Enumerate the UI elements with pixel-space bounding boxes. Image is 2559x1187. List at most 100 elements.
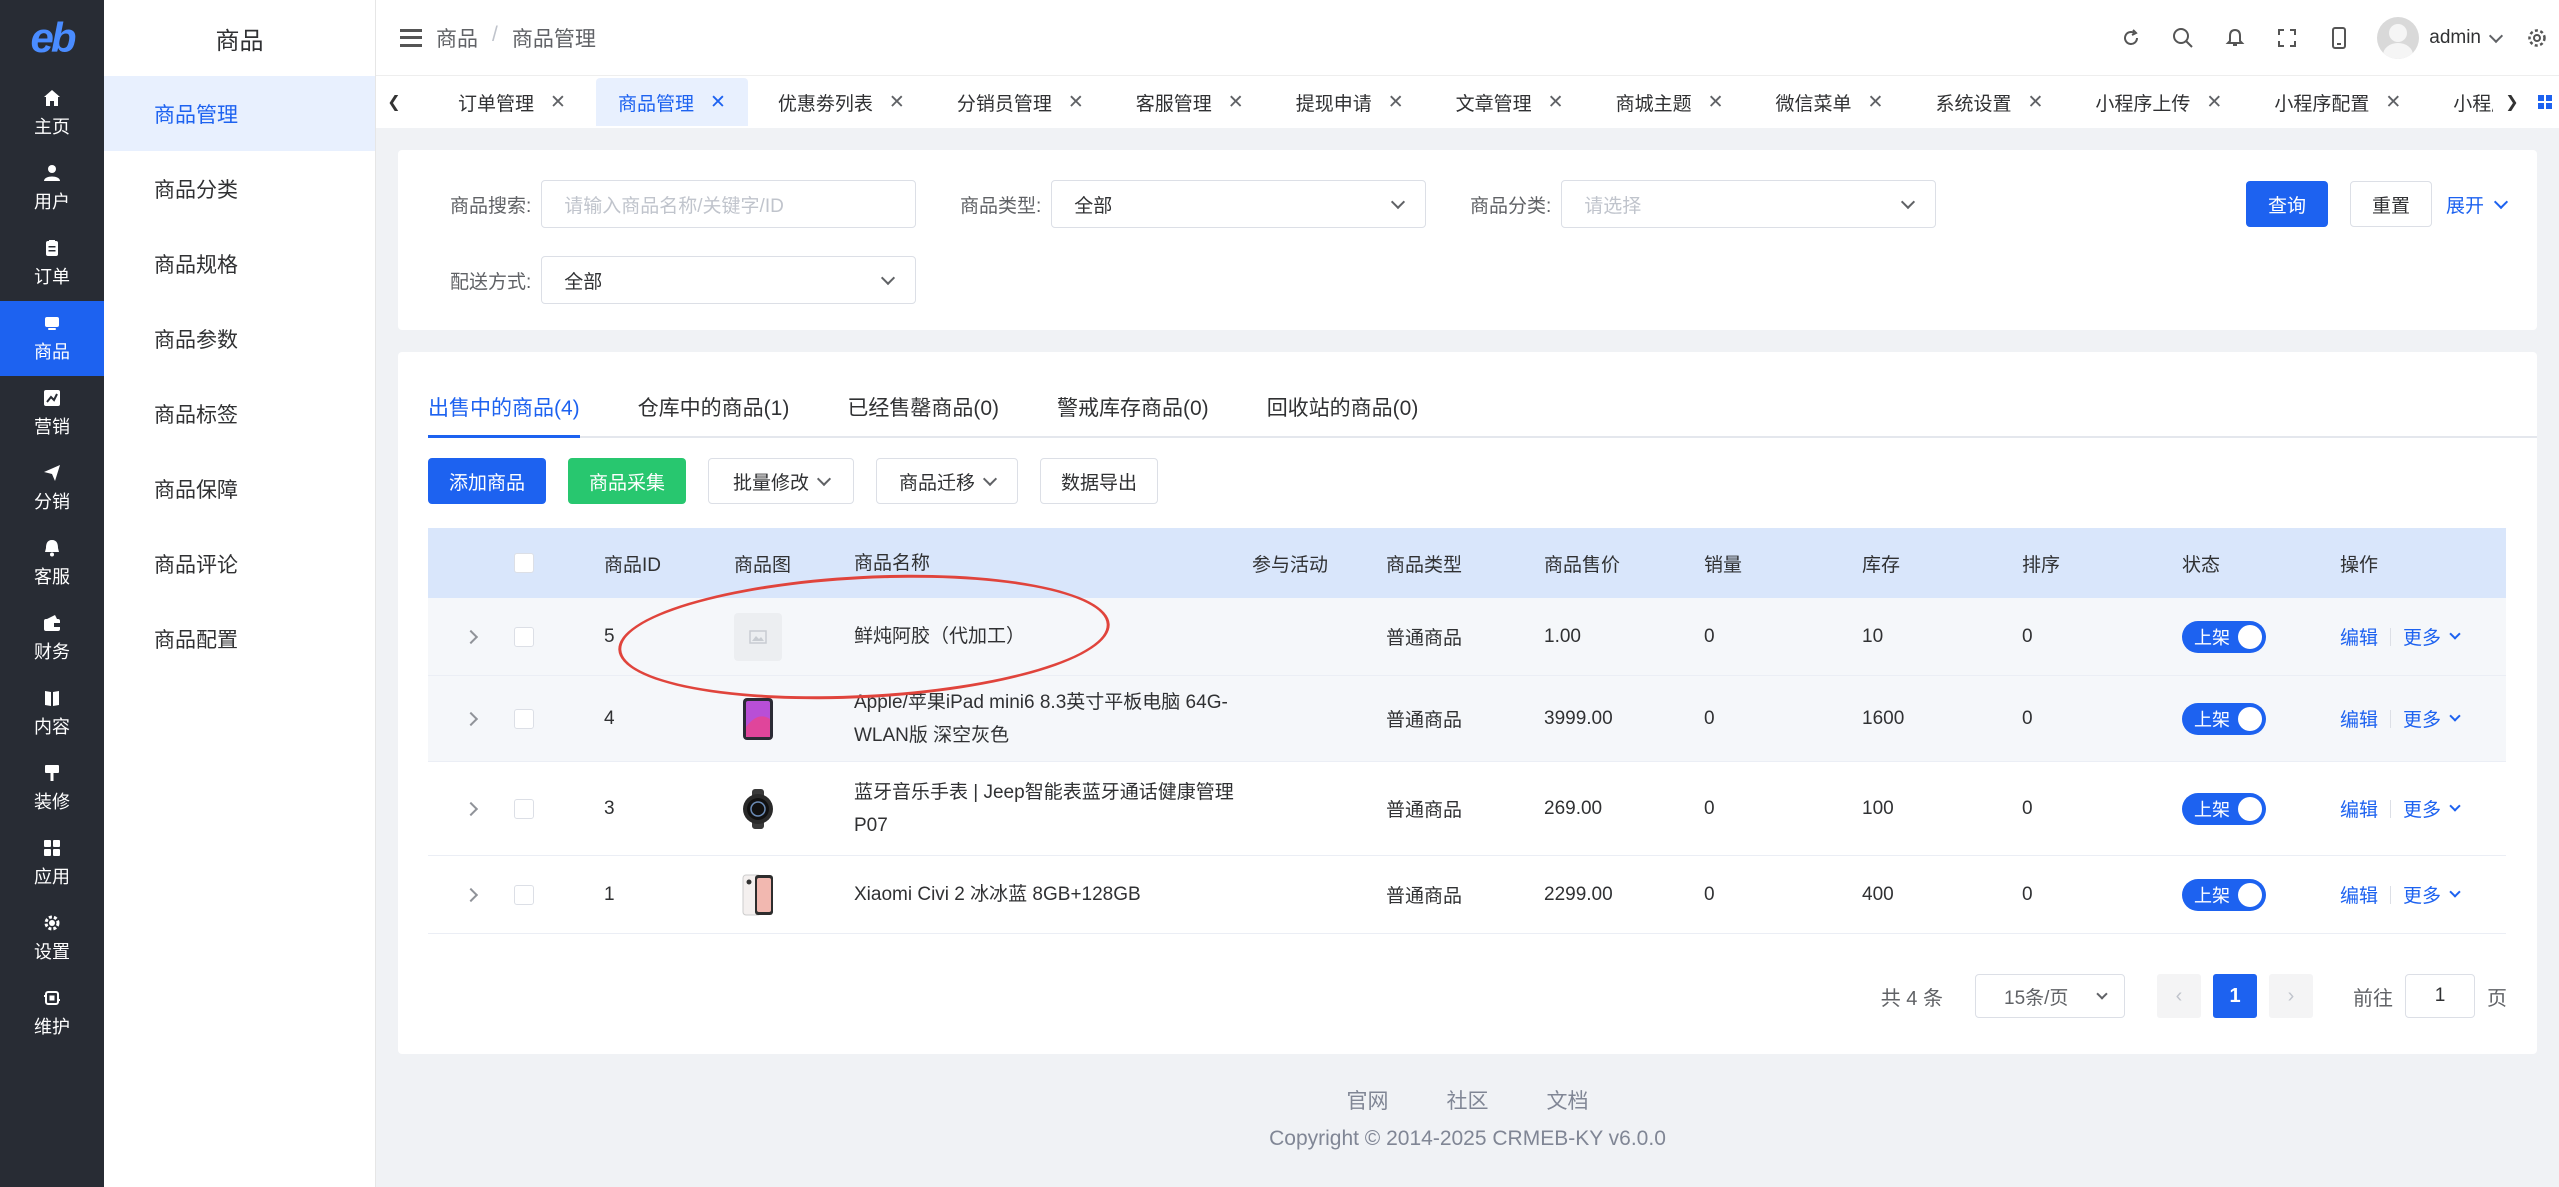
rail-item-user[interactable]: 用户 xyxy=(0,151,104,226)
tab-mall-theme[interactable]: 商城主题 ✕ xyxy=(1594,78,1746,126)
mobile-icon[interactable] xyxy=(2313,0,2365,76)
close-icon[interactable]: ✕ xyxy=(2206,91,2222,114)
sidebar-item-product-guarantee[interactable]: 商品保障 xyxy=(104,451,375,526)
batch-edit-button[interactable]: 批量修改 xyxy=(708,458,854,504)
gear-icon[interactable] xyxy=(2515,0,2559,76)
close-icon[interactable]: ✕ xyxy=(550,91,566,114)
row-checkbox[interactable] xyxy=(514,884,534,905)
more-dropdown[interactable]: 更多 xyxy=(2403,623,2461,650)
tabs-menu-grid-icon[interactable] xyxy=(2531,76,2559,128)
prev-page-button[interactable]: ‹ xyxy=(2157,974,2201,1018)
category-select[interactable]: 请选择 xyxy=(1561,180,1937,228)
status-toggle[interactable]: 上架 xyxy=(2182,620,2266,653)
reset-button[interactable]: 重置 xyxy=(2350,181,2432,227)
migrate-product-button[interactable]: 商品迁移 xyxy=(876,458,1018,504)
page-number-button[interactable]: 1 xyxy=(2213,974,2257,1018)
bell-icon[interactable] xyxy=(2209,0,2261,76)
rail-item-finance[interactable]: 财务 xyxy=(0,601,104,676)
tab-article-management[interactable]: 文章管理 ✕ xyxy=(1434,78,1586,126)
tab-recycle-bin[interactable]: 回收站的商品(0) xyxy=(1267,382,1419,438)
sidebar-item-product-config[interactable]: 商品配置 xyxy=(104,601,375,676)
refresh-icon[interactable] xyxy=(2105,0,2157,76)
edit-link[interactable]: 编辑 xyxy=(2340,705,2378,732)
expand-link[interactable]: 展开 xyxy=(2446,181,2509,227)
tab-wechat-menu[interactable]: 微信菜单 ✕ xyxy=(1754,78,1906,126)
collect-product-button[interactable]: 商品采集 xyxy=(568,458,686,504)
close-icon[interactable]: ✕ xyxy=(1388,91,1404,114)
close-icon[interactable]: ✕ xyxy=(2385,91,2401,114)
tabs-scroll-right-icon[interactable]: ❯ xyxy=(2493,76,2531,128)
tab-on-sale[interactable]: 出售中的商品(4) xyxy=(428,382,580,438)
edit-link[interactable]: 编辑 xyxy=(2340,623,2378,650)
fullscreen-icon[interactable] xyxy=(2261,0,2313,76)
tab-miniprogram-config[interactable]: 小程序配置 ✕ xyxy=(2252,78,2423,126)
tab-low-stock[interactable]: 警戒库存商品(0) xyxy=(1057,382,1209,438)
close-icon[interactable]: ✕ xyxy=(2027,91,2043,114)
expand-row-icon[interactable] xyxy=(463,887,479,902)
expand-row-icon[interactable] xyxy=(463,629,479,644)
sidebar-item-product-tags[interactable]: 商品标签 xyxy=(104,376,375,451)
expand-row-icon[interactable] xyxy=(463,801,479,816)
close-icon[interactable]: ✕ xyxy=(1548,91,1564,114)
sidebar-item-product-params[interactable]: 商品参数 xyxy=(104,301,375,376)
export-data-button[interactable]: 数据导出 xyxy=(1040,458,1158,504)
more-dropdown[interactable]: 更多 xyxy=(2403,881,2461,908)
close-icon[interactable]: ✕ xyxy=(889,91,905,114)
rail-item-content[interactable]: 内容 xyxy=(0,676,104,751)
select-all-checkbox[interactable] xyxy=(514,553,534,573)
sidebar-item-product-category[interactable]: 商品分类 xyxy=(104,151,375,226)
search-input[interactable]: 请输入商品名称/关键字/ID xyxy=(541,180,917,228)
product-image-phone[interactable] xyxy=(734,871,782,919)
more-dropdown[interactable]: 更多 xyxy=(2403,705,2461,732)
close-icon[interactable]: ✕ xyxy=(1068,91,1084,114)
rail-item-decoration[interactable]: 装修 xyxy=(0,751,104,826)
footer-link-community[interactable]: 社区 xyxy=(1447,1085,1489,1115)
tab-coupon-list[interactable]: 优惠劵列表 ✕ xyxy=(756,78,927,126)
chevron-down-icon[interactable] xyxy=(2488,28,2504,43)
tab-product-management[interactable]: 商品管理 ✕ xyxy=(595,78,748,126)
rail-item-service[interactable]: 客服 xyxy=(0,526,104,601)
footer-link-official[interactable]: 官网 xyxy=(1347,1085,1389,1115)
row-checkbox[interactable] xyxy=(514,708,534,729)
close-icon[interactable]: ✕ xyxy=(1228,91,1244,114)
rail-item-apps[interactable]: 应用 xyxy=(0,826,104,901)
rail-item-marketing[interactable]: 营销 xyxy=(0,376,104,451)
expand-row-icon[interactable] xyxy=(463,711,479,726)
goto-page-input[interactable]: 1 xyxy=(2405,974,2475,1018)
product-image-placeholder[interactable] xyxy=(734,612,782,661)
sidebar-item-product-spec[interactable]: 商品规格 xyxy=(104,226,375,301)
edit-link[interactable]: 编辑 xyxy=(2340,881,2378,908)
tab-miniprogram-download[interactable]: 小程序下载✕ xyxy=(2431,78,2493,126)
menu-toggle-icon[interactable] xyxy=(400,28,422,47)
tabs-scroll-left-icon[interactable]: ❮ xyxy=(382,76,406,128)
tab-sold-out[interactable]: 已经售罄商品(0) xyxy=(847,382,999,438)
next-page-button[interactable]: › xyxy=(2269,974,2313,1018)
user-name[interactable]: admin xyxy=(2429,27,2481,49)
rail-item-home[interactable]: 主页 xyxy=(0,76,104,151)
product-image-ipad[interactable] xyxy=(734,695,782,743)
tab-service-management[interactable]: 客服管理 ✕ xyxy=(1114,78,1266,126)
tab-system-settings[interactable]: 系统设置 ✕ xyxy=(1913,78,2065,126)
sidebar-item-product-reviews[interactable]: 商品评论 xyxy=(104,526,375,601)
more-dropdown[interactable]: 更多 xyxy=(2403,795,2461,822)
status-toggle[interactable]: 上架 xyxy=(2182,702,2266,735)
rail-item-order[interactable]: 订单 xyxy=(0,226,104,301)
tab-distributor-management[interactable]: 分销员管理 ✕ xyxy=(935,78,1106,126)
edit-link[interactable]: 编辑 xyxy=(2340,795,2378,822)
query-button[interactable]: 查询 xyxy=(2246,181,2328,227)
close-icon[interactable]: ✕ xyxy=(710,91,726,114)
status-toggle[interactable]: 上架 xyxy=(2182,792,2266,825)
tab-order-management[interactable]: 订单管理 ✕ xyxy=(436,78,588,126)
close-icon[interactable]: ✕ xyxy=(1708,91,1724,114)
rail-item-maintenance[interactable]: 维护 xyxy=(0,976,104,1051)
rail-item-settings[interactable]: 设置 xyxy=(0,901,104,976)
footer-link-docs[interactable]: 文档 xyxy=(1547,1085,1589,1115)
breadcrumb-item[interactable]: 商品 xyxy=(436,23,478,53)
type-select[interactable]: 全部 xyxy=(1051,180,1427,228)
avatar[interactable] xyxy=(2377,17,2420,59)
logo[interactable]: eb xyxy=(0,0,104,76)
row-checkbox[interactable] xyxy=(514,798,534,819)
rail-item-product[interactable]: 商品 xyxy=(0,301,104,376)
search-icon[interactable] xyxy=(2157,0,2209,76)
tab-withdraw-request[interactable]: 提现申请 ✕ xyxy=(1274,78,1426,126)
